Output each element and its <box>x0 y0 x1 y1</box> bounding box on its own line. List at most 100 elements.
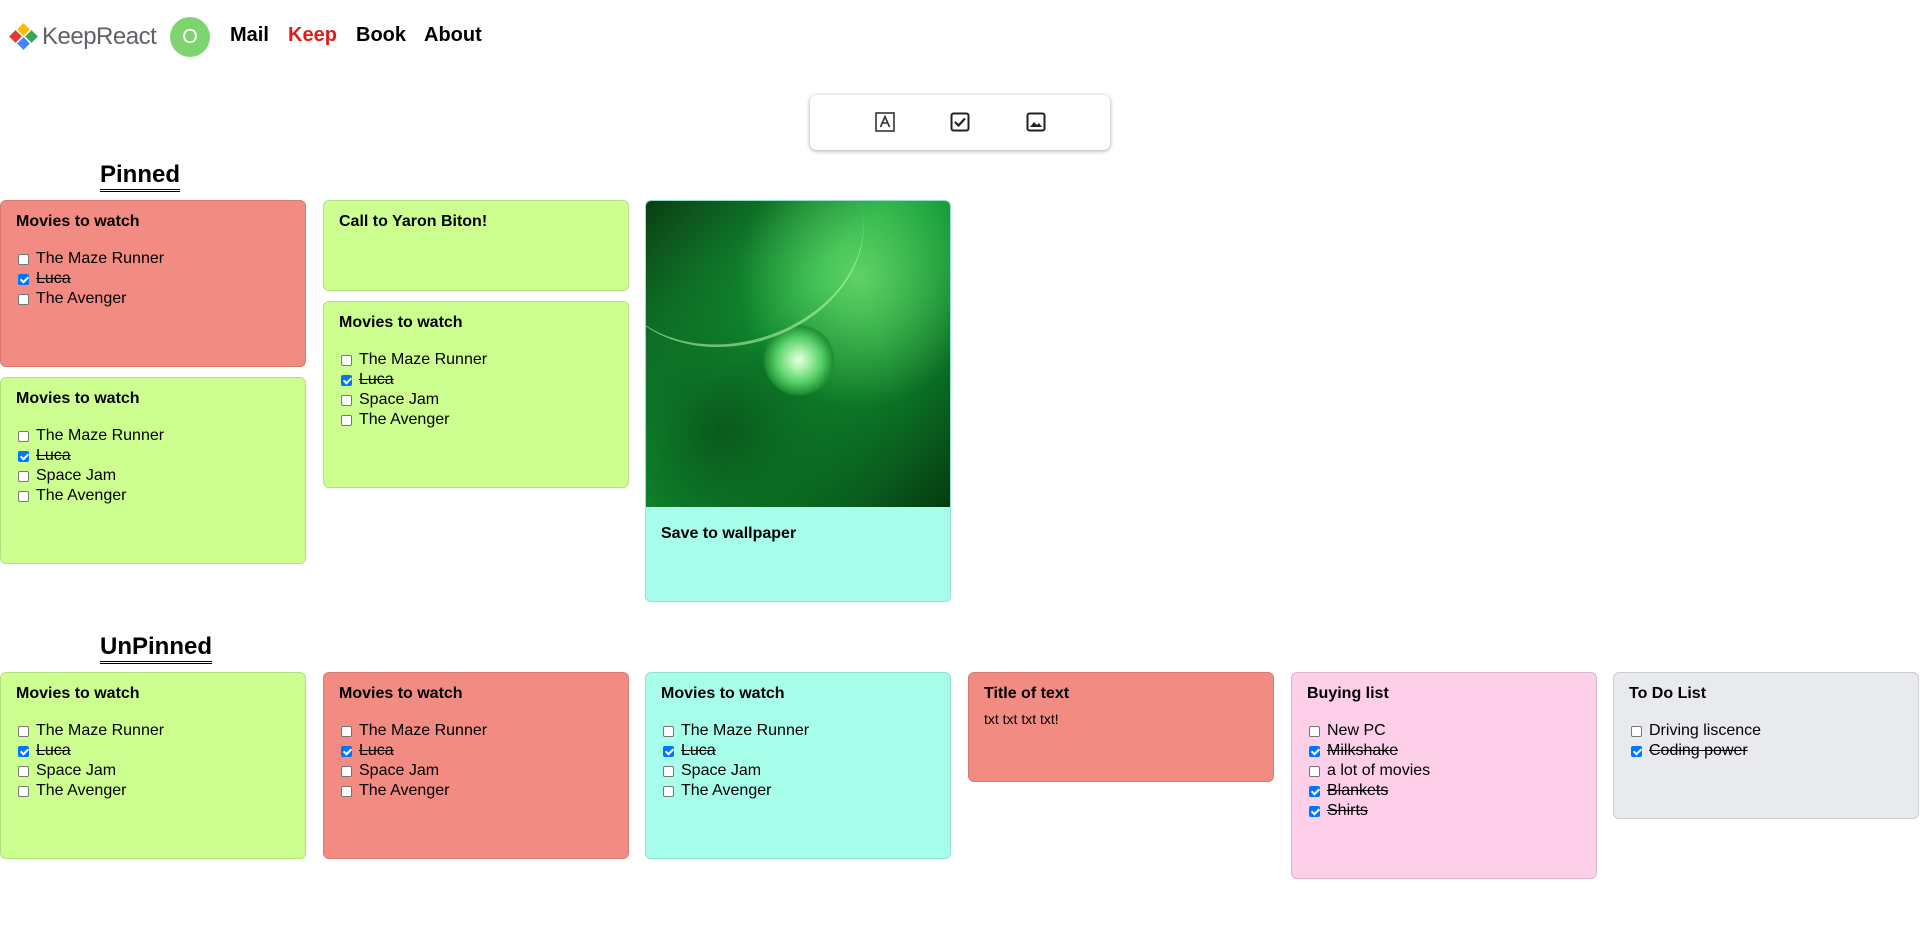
todo-item[interactable]: The Avenger <box>341 781 487 801</box>
todo-checkbox[interactable] <box>18 725 29 737</box>
todo-item[interactable]: Space Jam <box>18 466 164 486</box>
todo-label: Space Jam <box>681 762 762 779</box>
todo-item[interactable]: Space Jam <box>18 761 164 781</box>
logo-mark-icon <box>9 23 38 51</box>
app-logo[interactable]: KeepReact <box>9 23 157 51</box>
note-card[interactable]: Title of text txt txt txt txt! <box>968 672 1274 782</box>
todo-label: The Maze Runner <box>359 722 488 739</box>
todo-checkbox[interactable] <box>18 785 29 797</box>
todo-item[interactable]: Shirts <box>1309 801 1430 821</box>
todo-item[interactable]: Space Jam <box>341 761 487 781</box>
todo-item[interactable]: Coding power <box>1631 741 1761 761</box>
todo-checkbox[interactable] <box>18 293 29 305</box>
todo-checkbox[interactable] <box>1309 805 1320 817</box>
todo-item[interactable]: The Avenger <box>18 781 164 801</box>
todo-item[interactable]: The Avenger <box>18 486 164 506</box>
todo-item[interactable]: Luca <box>18 269 164 289</box>
note-card[interactable]: Movies to watch The Maze Runner Luca The… <box>0 200 306 367</box>
todo-label: Luca <box>36 447 71 464</box>
logo-text: KeepReact <box>42 23 157 50</box>
todo-checkbox[interactable] <box>663 785 674 797</box>
todo-item[interactable]: The Maze Runner <box>341 721 487 741</box>
pinned-section-title: Pinned <box>100 162 181 192</box>
todo-checkbox[interactable] <box>1631 745 1642 757</box>
note-card[interactable]: Buying list New PC Milkshake a lot of mo… <box>1291 672 1597 879</box>
todo-checkbox[interactable] <box>1631 725 1642 737</box>
todo-label: Luca <box>36 270 71 287</box>
nav-link-mail[interactable]: Mail <box>230 24 269 47</box>
todo-label: Driving liscence <box>1649 722 1762 739</box>
todo-checkbox[interactable] <box>18 745 29 757</box>
todo-checkbox[interactable] <box>1309 745 1320 757</box>
todo-item[interactable]: The Maze Runner <box>18 426 164 446</box>
note-title: Movies to watch <box>339 685 463 702</box>
note-title: Movies to watch <box>339 314 463 331</box>
todo-checkbox[interactable] <box>1309 765 1320 777</box>
todo-item[interactable]: Space Jam <box>663 761 809 781</box>
todo-checkbox[interactable] <box>341 354 352 366</box>
todo-label: The Avenger <box>681 782 772 799</box>
todo-checkbox[interactable] <box>18 470 29 482</box>
todo-checkbox[interactable] <box>341 414 352 426</box>
nav-link-book[interactable]: Book <box>356 24 406 47</box>
note-card[interactable]: Movies to watch The Maze Runner Luca Spa… <box>323 301 629 488</box>
todo-item[interactable]: The Maze Runner <box>663 721 809 741</box>
todo-item[interactable]: Driving liscence <box>1631 721 1761 741</box>
note-card[interactable]: Movies to watch The Maze Runner Luca Spa… <box>645 672 951 859</box>
todo-item[interactable]: Luca <box>18 446 164 466</box>
todo-checkbox[interactable] <box>18 765 29 777</box>
note-text: txt txt txt txt! <box>984 711 1059 727</box>
todo-item[interactable]: Luca <box>341 741 487 761</box>
todo-item[interactable]: Milkshake <box>1309 741 1430 761</box>
nav-link-keep[interactable]: Keep <box>288 24 337 47</box>
todo-item[interactable]: Luca <box>18 741 164 761</box>
todo-label: Luca <box>681 742 716 759</box>
todo-item[interactable]: Blankets <box>1309 781 1430 801</box>
todo-label: The Maze Runner <box>681 722 810 739</box>
todo-checkbox[interactable] <box>663 725 674 737</box>
todo-label: The Maze Runner <box>36 722 165 739</box>
todo-checkbox[interactable] <box>341 394 352 406</box>
user-avatar[interactable]: O <box>170 17 210 57</box>
todo-checkbox[interactable] <box>18 253 29 265</box>
note-card[interactable]: Movies to watch The Maze Runner Luca Spa… <box>0 377 306 564</box>
todo-item[interactable]: The Maze Runner <box>341 350 487 370</box>
todo-item[interactable]: a lot of movies <box>1309 761 1430 781</box>
todo-item[interactable]: Luca <box>663 741 809 761</box>
todo-item[interactable]: The Maze Runner <box>18 721 164 741</box>
nav-link-about[interactable]: About <box>424 24 482 47</box>
note-title: Movies to watch <box>16 390 140 407</box>
todo-item[interactable]: The Avenger <box>341 410 487 430</box>
todo-checkbox[interactable] <box>18 273 29 285</box>
todo-note-icon[interactable] <box>948 110 972 134</box>
note-card[interactable]: Movies to watch The Maze Runner Luca Spa… <box>0 672 306 859</box>
note-title: Movies to watch <box>16 213 140 230</box>
todo-checkbox[interactable] <box>663 765 674 777</box>
todo-checkbox[interactable] <box>18 490 29 502</box>
todo-checkbox[interactable] <box>1309 725 1320 737</box>
note-card[interactable]: To Do List Driving liscence Coding power <box>1613 672 1919 819</box>
todo-checkbox[interactable] <box>341 374 352 386</box>
todo-checkbox[interactable] <box>18 450 29 462</box>
todo-item[interactable]: The Maze Runner <box>18 249 164 269</box>
todo-item[interactable]: Space Jam <box>341 390 487 410</box>
todo-checkbox[interactable] <box>18 430 29 442</box>
note-card[interactable]: Call to Yaron Biton! <box>323 200 629 291</box>
todo-list: The Maze Runner Luca The Avenger <box>18 249 164 309</box>
todo-item[interactable]: New PC <box>1309 721 1430 741</box>
todo-item[interactable]: Luca <box>341 370 487 390</box>
todo-checkbox[interactable] <box>341 765 352 777</box>
todo-checkbox[interactable] <box>341 745 352 757</box>
note-card[interactable]: Save to wallpaper <box>645 200 951 602</box>
todo-item[interactable]: The Avenger <box>663 781 809 801</box>
todo-checkbox[interactable] <box>1309 785 1320 797</box>
todo-checkbox[interactable] <box>663 745 674 757</box>
note-card[interactable]: Movies to watch The Maze Runner Luca Spa… <box>323 672 629 859</box>
todo-item[interactable]: The Avenger <box>18 289 164 309</box>
todo-label: The Avenger <box>36 290 127 307</box>
todo-checkbox[interactable] <box>341 725 352 737</box>
todo-checkbox[interactable] <box>341 785 352 797</box>
text-note-icon[interactable] <box>873 110 897 134</box>
image-note-icon[interactable] <box>1024 110 1048 134</box>
note-title: Title of text <box>984 685 1070 702</box>
